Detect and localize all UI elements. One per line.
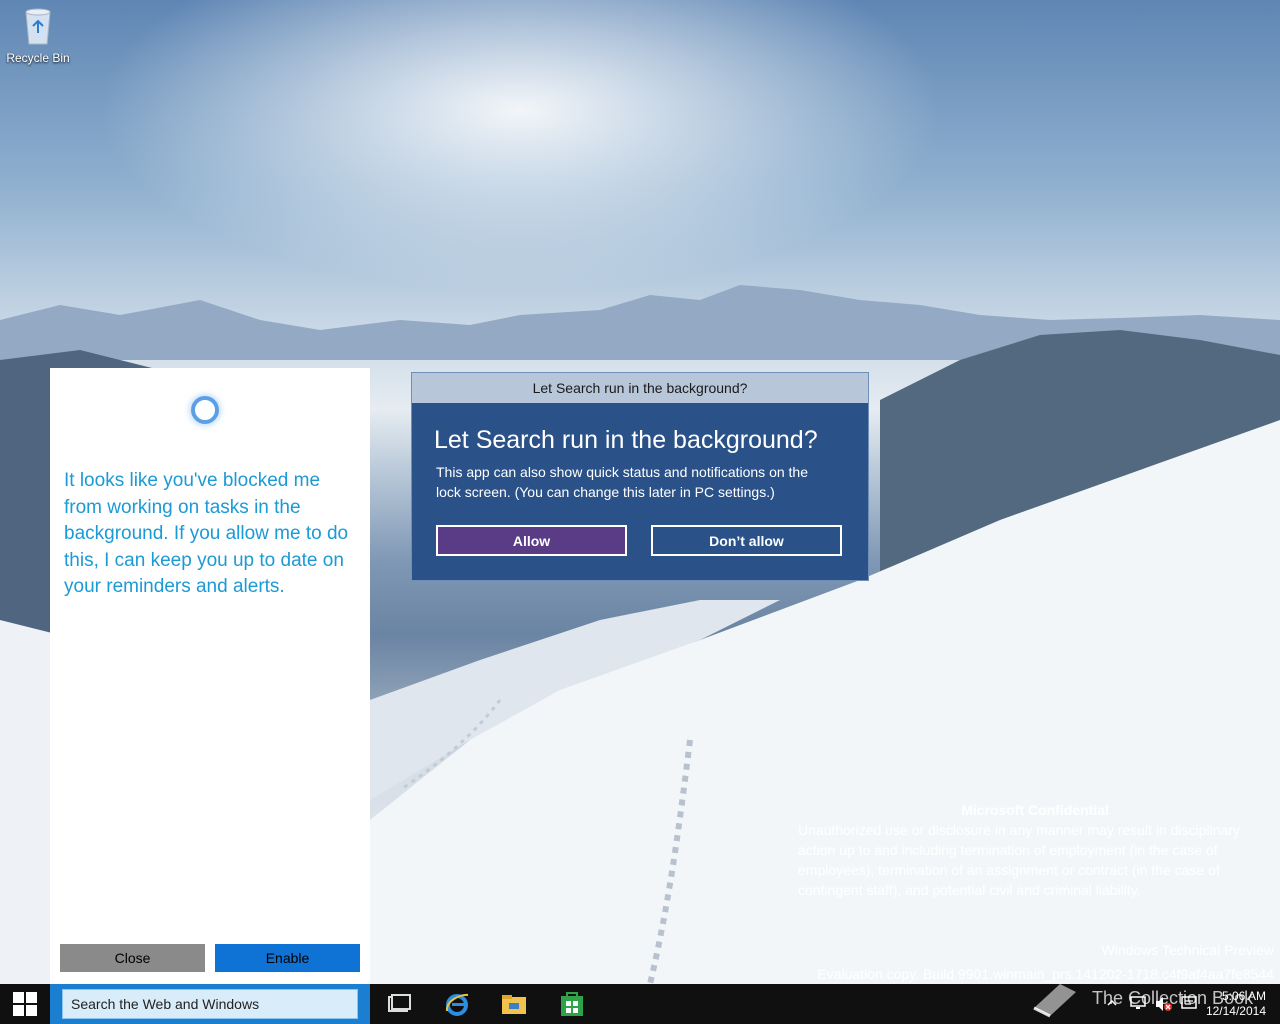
recycle-bin-shortcut[interactable]: Recycle Bin: [6, 6, 70, 65]
dialog-titlebar[interactable]: Let Search run in the background?: [412, 373, 868, 403]
dont-allow-button[interactable]: Don’t allow: [651, 525, 842, 556]
cortana-message: It looks like you've blocked me from wor…: [64, 470, 349, 598]
overlay-watermark-text: The Collection Book: [1092, 987, 1254, 1008]
file-explorer-icon[interactable]: [500, 990, 528, 1018]
confidential-text: Unauthorized use or disclosure in any ma…: [798, 822, 1240, 898]
enable-button[interactable]: Enable: [215, 944, 360, 972]
cortana-panel: It looks like you've blocked me from wor…: [50, 368, 370, 984]
dialog-description: This app can also show quick status and …: [436, 464, 808, 500]
recycle-bin-label: Recycle Bin: [6, 51, 70, 65]
store-icon[interactable]: [558, 990, 586, 1018]
task-view-icon[interactable]: [385, 990, 413, 1018]
search-area: Search the Web and Windows: [50, 984, 370, 1024]
overlay-watermark: The Collection Book: [1030, 978, 1253, 1018]
confidential-title: Microsoft Confidential: [961, 802, 1109, 818]
confidential-notice: Microsoft Confidential Unauthorized use …: [798, 800, 1272, 900]
windows-logo-icon: [13, 992, 37, 1016]
close-button[interactable]: Close: [60, 944, 205, 972]
book-icon: [1033, 984, 1076, 1018]
background-permission-dialog: Let Search run in the background? Let Se…: [411, 372, 869, 581]
internet-explorer-icon[interactable]: [443, 990, 471, 1018]
recycle-bin-icon: [25, 8, 51, 45]
edition-label: Windows Technical Preview: [1101, 942, 1274, 958]
search-input[interactable]: Search the Web and Windows: [62, 989, 358, 1019]
cortana-ring-icon: [191, 396, 219, 424]
start-button[interactable]: [0, 984, 50, 1024]
allow-button[interactable]: Allow: [436, 525, 627, 556]
dialog-heading: Let Search run in the background?: [434, 426, 818, 454]
